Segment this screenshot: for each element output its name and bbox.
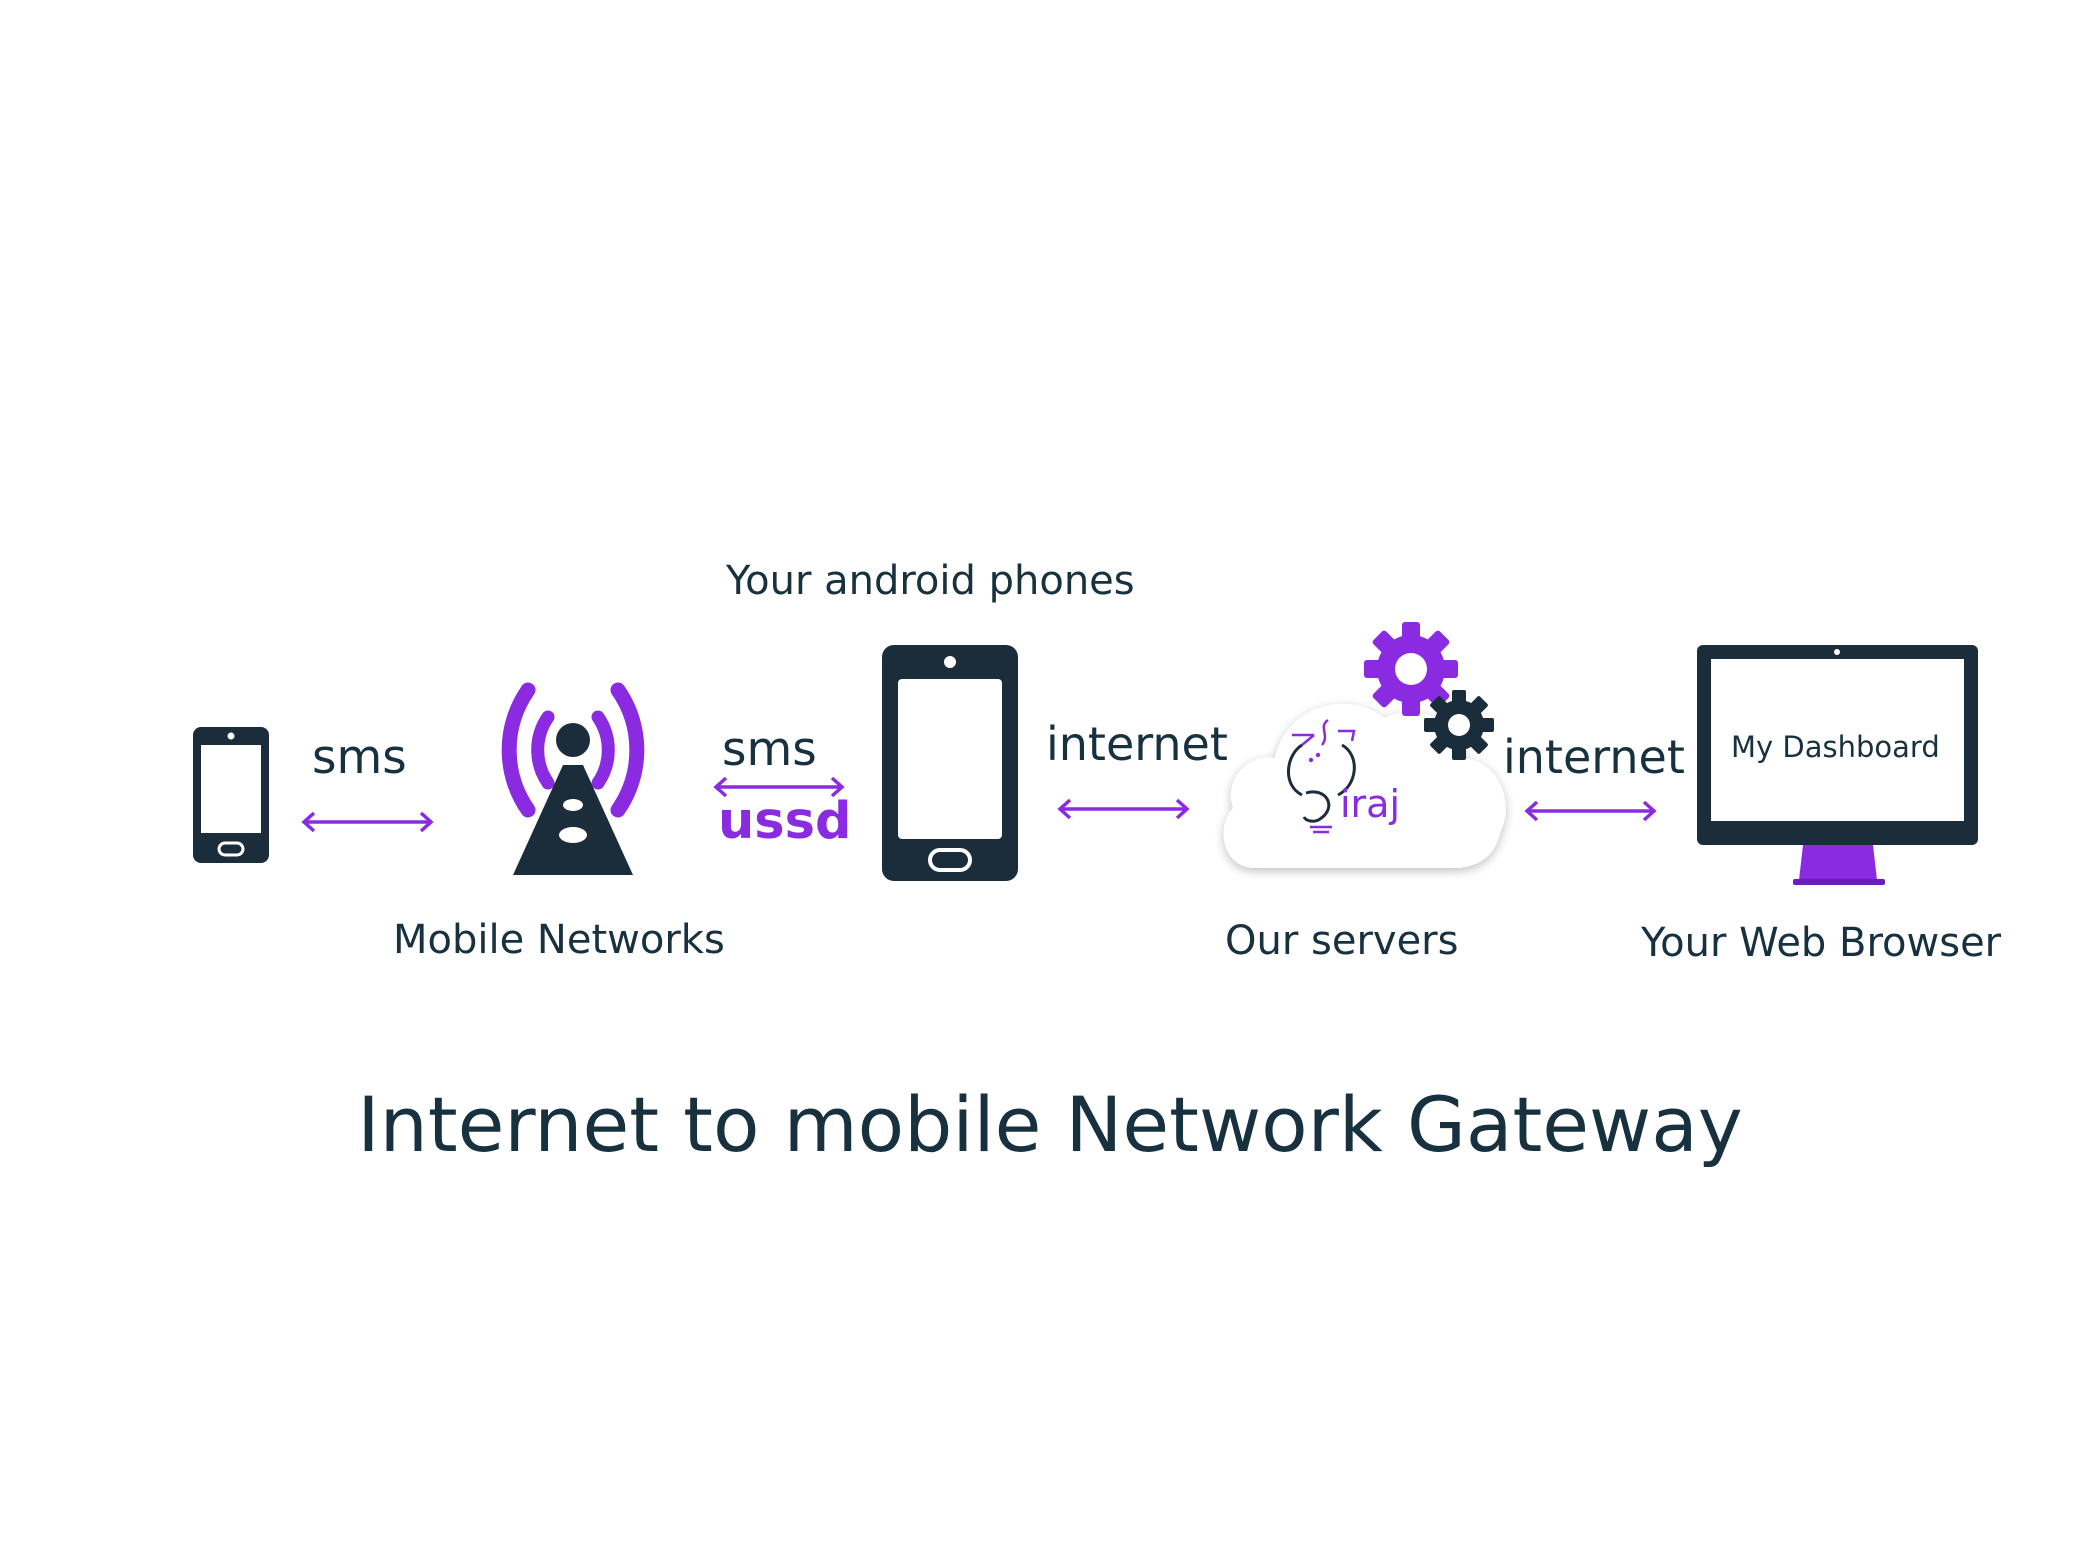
diagram-title: Internet to mobile Network Gateway (357, 1080, 1743, 1169)
link-label-internet-2: internet (1503, 730, 1685, 784)
link-label-sms-1: sms (312, 730, 407, 785)
double-arrow-1 (300, 810, 435, 834)
our-servers-label: Our servers (1225, 918, 1459, 964)
link-label-ussd: ussd (718, 792, 852, 851)
android-phone-icon (880, 643, 1020, 883)
link-label-internet-1: internet (1046, 717, 1228, 771)
double-arrow-4 (1523, 799, 1658, 823)
dashboard-screen-text: My Dashboard (1731, 730, 1940, 764)
android-phones-label: Your android phones (726, 558, 1135, 604)
web-browser-label: Your Web Browser (1641, 920, 2002, 966)
small-phone-icon (191, 725, 271, 865)
svg-text:iraj: iraj (1340, 782, 1400, 826)
link-label-sms-2: sms (722, 722, 817, 777)
siraj-logo: iraj (1280, 715, 1440, 840)
mobile-networks-label: Mobile Networks (393, 917, 725, 963)
monitor-icon (1695, 643, 1980, 888)
double-arrow-3 (1056, 797, 1191, 821)
cell-tower-icon (478, 665, 668, 880)
